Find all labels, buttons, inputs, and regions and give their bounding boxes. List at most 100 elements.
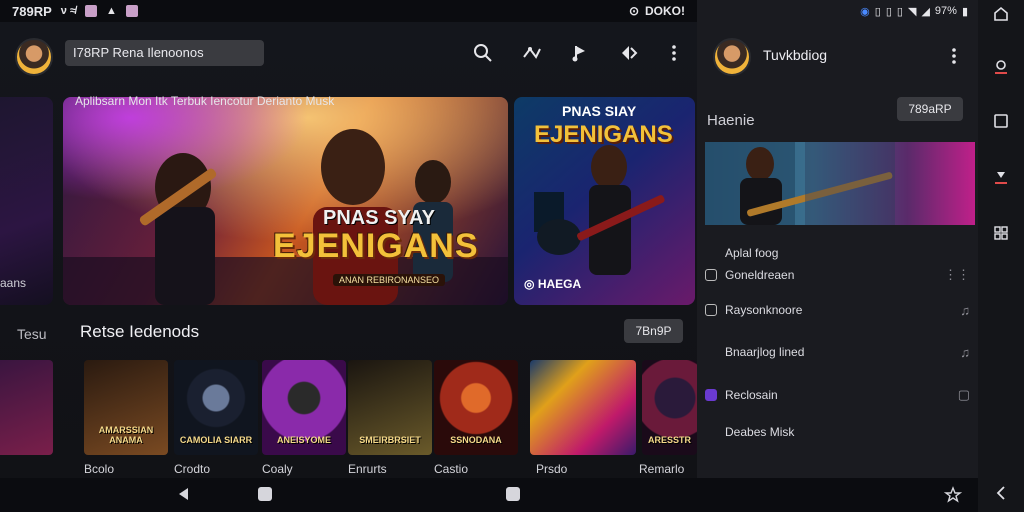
tile-label: Remarlo <box>639 462 685 476</box>
back-icon[interactable] <box>992 484 1010 502</box>
panel-list-item[interactable]: Aplal foog <box>705 243 970 263</box>
recommend-tile[interactable]: ANEISYOME <box>262 360 346 455</box>
list-item-icon <box>705 304 717 316</box>
shuffle-icon[interactable] <box>521 42 543 64</box>
panel-list-item[interactable]: Bnaarjlog lined ♫ <box>705 342 970 362</box>
row-previous-label: Tesu <box>17 326 47 342</box>
hero-previous-card[interactable] <box>0 97 53 305</box>
bottom-nav <box>0 478 978 512</box>
list-item-label: Aplal foog <box>725 246 779 260</box>
panel-title: Tuvkbdiog <box>763 47 828 63</box>
recommend-tile[interactable] <box>530 360 636 455</box>
app-root: 789RP ν ≉ ▲ ⊙ DOKO! I78RP Rena Ilenoonos <box>0 0 1024 512</box>
panel-list-item[interactable]: Goneldreaen ⋮⋮ <box>705 265 970 285</box>
hero-caption: Aplibsarn Mon Itk Terbuk Iencotur Derian… <box>75 94 335 108</box>
secondary-title: EJENIGANS <box>534 121 673 148</box>
search-icon[interactable] <box>472 42 494 64</box>
recommend-tile[interactable]: SSNODANA <box>434 360 518 455</box>
home-outline-icon[interactable] <box>992 5 1010 23</box>
panel-list-item[interactable]: Reclosain ▢ <box>705 385 970 405</box>
tile-label: Prsdo <box>536 462 568 476</box>
copy-icon[interactable]: ▢ <box>958 387 970 403</box>
drag-handle-icon[interactable]: ⋮⋮ <box>944 267 970 283</box>
secondary-subtitle: PNAS SIAY <box>562 103 637 119</box>
avatar[interactable] <box>15 38 53 76</box>
list-item-label: Goneldreaen <box>725 268 795 282</box>
app-notification-icon <box>84 5 97 17</box>
panel-section-title: Haenie <box>707 112 755 129</box>
hero-secondary-card[interactable]: PNAS SIAY EJENIGANS ◎ HAEGA <box>514 97 695 305</box>
square-icon[interactable] <box>992 112 1010 130</box>
tile-art-text: SMEIRBRSIET <box>359 435 421 445</box>
tile-art-text: ANEISYOME <box>276 435 331 445</box>
hero-tag: ANAN REBIRONANSEO <box>333 274 446 286</box>
tile-art-text: AMARSSIAN ANAMA <box>98 425 154 445</box>
secondary-badge-icon: ◎ <box>524 277 538 291</box>
equalizer-icon[interactable] <box>618 42 640 64</box>
battery-icon: ▮ <box>961 5 968 18</box>
panel-more-icon[interactable] <box>947 46 961 66</box>
recommend-tile[interactable]: CAMOLIA SIARR <box>174 360 258 455</box>
panel-pill[interactable]: 789aRP <box>897 97 963 121</box>
hero-banner[interactable]: PNAS SYAY EJENIGANS ANAN REBIRONANSEO <box>63 97 508 305</box>
player-icon[interactable] <box>992 58 1010 76</box>
search-input[interactable]: I78RP Rena Ilenoonos <box>65 40 264 66</box>
secondary-badge: ◎ HAEGA <box>524 277 581 291</box>
recommend-tile[interactable]: AMARSSIAN ANAMA <box>84 360 168 455</box>
panel-list-item[interactable]: Raysonknoore ♫ <box>705 300 970 320</box>
tile-art-text: SSNODANA <box>450 435 502 445</box>
battery-percent: 97% <box>934 5 957 17</box>
recommend-pill[interactable]: 7Bn9P <box>624 319 683 343</box>
home-nav-icon[interactable] <box>257 486 273 502</box>
wifi-icon: ◥ <box>907 5 917 18</box>
list-item-icon <box>705 247 717 259</box>
panel-status-bar: ◉ ▯ ▯ ▯ ◥ ◢ 97% ▮ <box>697 0 978 22</box>
list-item-icon <box>705 426 717 438</box>
hero-previous-label: aans <box>0 276 27 290</box>
hero-title: EJENIGANS <box>273 227 479 265</box>
sim3-icon: ▯ <box>896 5 903 18</box>
side-panel: ◉ ▯ ▯ ▯ ◥ ◢ 97% ▮ Tuvkbdiog Haenie 789aR… <box>697 0 978 478</box>
recommend-previous-tile[interactable] <box>0 360 53 455</box>
more-vertical-icon[interactable] <box>663 42 685 64</box>
main-content: I78RP Rena Ilenoonos aans Tesu PNAS SYAY… <box>0 22 697 478</box>
headphones-icon[interactable]: ♫ <box>960 303 970 318</box>
recommend-tile[interactable]: ARESSTR <box>642 360 697 455</box>
tile-label: Castio <box>434 462 469 476</box>
list-item-label: Bnaarjlog lined <box>725 345 805 359</box>
back-nav-icon[interactable] <box>176 486 190 502</box>
list-item-label: Reclosain <box>725 388 778 402</box>
player2-icon[interactable] <box>992 168 1010 186</box>
search-input-value: I78RP Rena Ilenoonos <box>73 45 204 60</box>
panel-banner[interactable] <box>705 142 975 225</box>
music-icon[interactable] <box>569 42 591 64</box>
panel-list-item[interactable]: Deabes Misk <box>705 422 970 442</box>
vpn-status-icon: ν ≉ <box>60 5 76 17</box>
list-item-icon <box>705 346 717 358</box>
status-right-text: DOKO! <box>645 4 685 18</box>
tile-art-text: ARESSTR <box>647 435 691 445</box>
signal-notification-icon: ▲ <box>105 5 117 17</box>
panel-avatar[interactable] <box>713 38 751 76</box>
side-rail <box>978 0 1024 512</box>
list-item-label: Deabes Misk <box>725 425 795 439</box>
message-notification-icon <box>125 5 138 17</box>
status-time: 789RP <box>12 3 52 19</box>
recommend-tile[interactable]: SMEIRBRSIET <box>348 360 432 455</box>
status-bar: 789RP ν ≉ ▲ ⊙ DOKO! <box>0 0 697 22</box>
list-item-icon <box>705 269 717 281</box>
tile-label: Coaly <box>262 462 293 476</box>
grid-icon[interactable] <box>992 224 1010 242</box>
recents-nav-icon[interactable] <box>505 486 521 502</box>
app-status-icon: ◉ <box>860 5 870 18</box>
star-plus-icon[interactable] <box>944 486 962 504</box>
headphones-icon[interactable]: ♫ <box>960 345 970 360</box>
list-item-label: Raysonknoore <box>725 303 803 317</box>
sim-icon: ▯ <box>874 5 881 18</box>
list-item-icon <box>705 389 717 401</box>
alarm-icon: ⊙ <box>628 4 639 18</box>
signal-icon: ◢ <box>921 5 930 18</box>
tile-label: Enrurts <box>348 462 387 476</box>
recommend-title: Retse Iedenods <box>80 322 200 341</box>
secondary-badge-label: HAEGA <box>537 277 582 291</box>
